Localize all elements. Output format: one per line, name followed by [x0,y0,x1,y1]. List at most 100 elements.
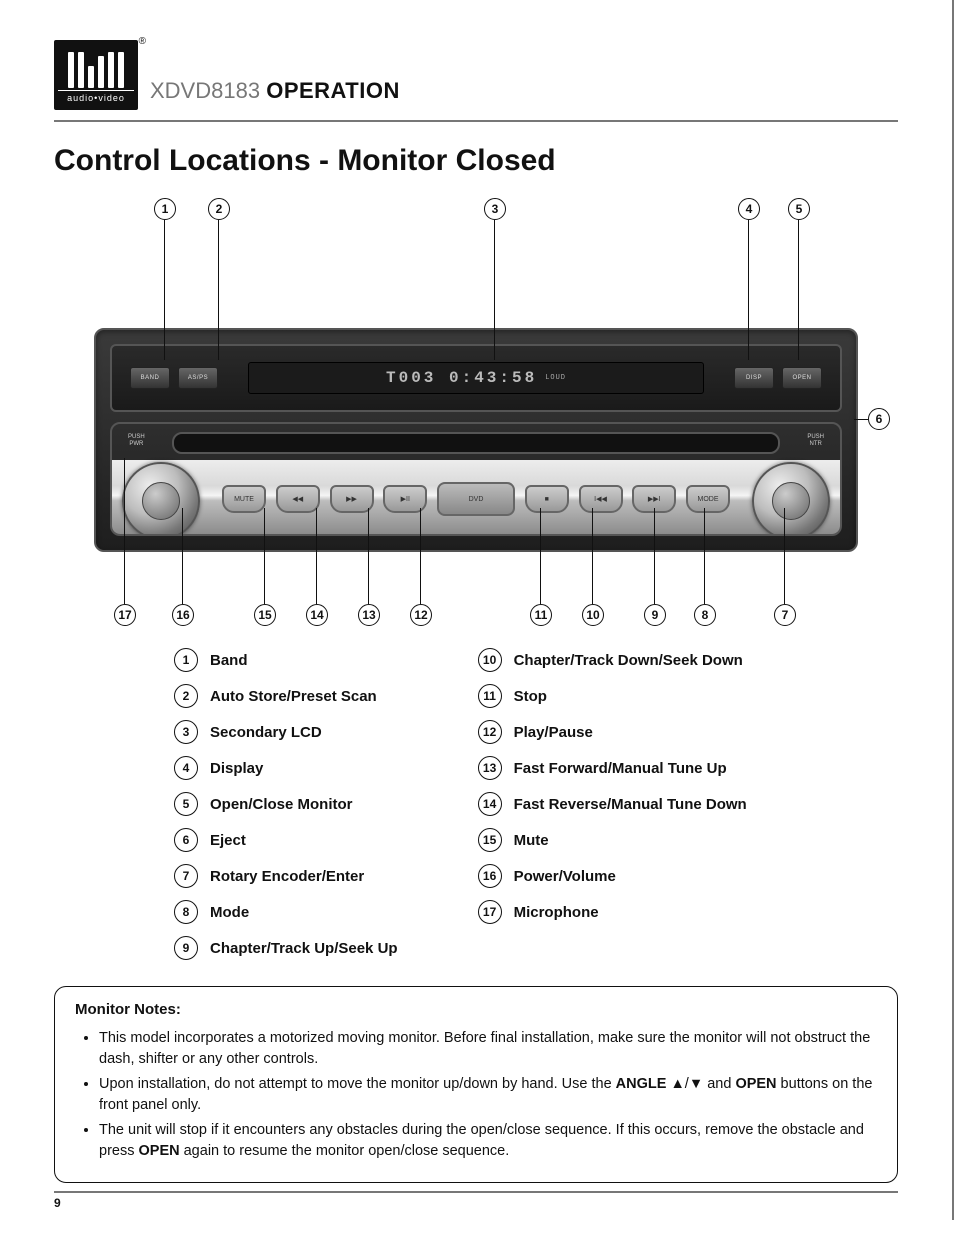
callout-11: 11 [530,604,552,626]
legend-label: Stop [514,688,547,705]
legend-item: 3 Secondary LCD [174,720,398,744]
callout-12: 12 [410,604,432,626]
legend-number: 2 [174,684,198,708]
legend-label: Display [210,760,263,777]
page-title: Control Locations - Monitor Closed [54,144,898,178]
legend-item: 5 Open/Close Monitor [174,792,398,816]
model-title: XDVD8183 OPERATION [150,78,400,104]
callout-3: 3 [484,198,506,220]
legend-number: 9 [174,936,198,960]
stop-button[interactable]: ■ [525,485,569,513]
rotary-encoder-knob[interactable] [752,462,830,536]
legend-number: 1 [174,648,198,672]
upper-panel: BAND AS/PS T003 0:43:58 LOUD DISP OPEN [110,344,842,412]
legend-number: 14 [478,792,502,816]
callout-14: 14 [306,604,328,626]
legend-item: 2 Auto Store/Preset Scan [174,684,398,708]
legend-label: Chapter/Track Up/Seek Up [210,940,398,957]
legend-item: 10 Chapter/Track Down/Seek Down [478,648,747,672]
band-button[interactable]: BAND [130,367,170,389]
legend-item: 6Eject [174,828,398,852]
legend-label: Band [210,652,248,669]
asps-button[interactable]: AS/PS [178,367,218,389]
stereo-unit: BAND AS/PS T003 0:43:58 LOUD DISP OPEN P… [94,328,858,552]
callout-6: 6 [868,408,890,430]
callout-8: 8 [694,604,716,626]
legend-item: 14 Fast Reverse/Manual Tune Down [478,792,747,816]
header-rule [54,120,898,122]
callout-10: 10 [582,604,604,626]
legend-label: Open/Close Monitor [210,796,353,813]
legend-number: 3 [174,720,198,744]
legend-label: Mute [514,832,549,849]
legend-item: 11Stop [478,684,747,708]
legend-number: 4 [174,756,198,780]
open-button[interactable]: OPEN [782,367,822,389]
legend-number: 13 [478,756,502,780]
legend-number: 5 [174,792,198,816]
legend-label: Rotary Encoder/Enter [210,868,364,885]
callout-1: 1 [154,198,176,220]
secondary-lcd: T003 0:43:58 LOUD [248,362,704,394]
callout-5: 5 [788,198,810,220]
legend-item: 13 Fast Forward/Manual Tune Up [478,756,747,780]
legend-item: 8 Mode [174,900,398,924]
fast-forward-button[interactable]: ▶▶ [330,485,374,513]
legend-number: 7 [174,864,198,888]
legend-number: 16 [478,864,502,888]
legend-item: 15 Mute [478,828,747,852]
legend-label: Power/Volume [514,868,616,885]
callout-9: 9 [644,604,666,626]
dvd-pad[interactable]: DVD [437,482,515,516]
legend-item: 9 Chapter/Track Up/Seek Up [174,936,398,960]
legend: 1 Band 2 Auto Store/Preset Scan 3 Secondary L… [54,648,898,960]
track-down-button[interactable]: I◀◀ [579,485,623,513]
mode-button[interactable]: MODE [686,485,730,513]
header: ® audio•video XDVD8183 OPERATION [54,40,898,110]
legend-number: 8 [174,900,198,924]
lcd-tag: LOUD [545,374,566,382]
mute-button[interactable]: MUTE [222,485,266,513]
notes-item: This model incorporates a motorized movi… [99,1028,877,1070]
legend-item: 17Microphone [478,900,747,924]
callout-15: 15 [254,604,276,626]
legend-item: 1 Band [174,648,398,672]
legend-label: Play/Pause [514,724,593,741]
push-ntr-label: PUSHNTR [807,434,824,447]
callout-17: 17 [114,604,136,626]
legend-label: Chapter/Track Down/Seek Down [514,652,743,669]
legend-item: 7 Rotary Encoder/Enter [174,864,398,888]
legend-label: Mode [210,904,249,921]
fast-reverse-button[interactable]: ◀◀ [276,485,320,513]
legend-item: 4 Display [174,756,398,780]
callout-2: 2 [208,198,230,220]
notes-item: Upon installation, do not attempt to mov… [99,1074,877,1116]
legend-label: Eject [210,832,246,849]
callout-4: 4 [738,198,760,220]
legend-number: 12 [478,720,502,744]
notes-item: The unit will stop if it encounters any … [99,1120,877,1162]
legend-number: 17 [478,900,502,924]
lower-panel: PUSHPWR MIC PUSHNTR MUTE ◀◀ ▶▶ ▶II DVD ■… [110,422,842,536]
callout-16: 16 [172,604,194,626]
legend-number: 10 [478,648,502,672]
model-number: XDVD8183 [150,78,260,103]
monitor-notes-box: Monitor Notes: This model incorporates a… [54,986,898,1183]
disp-button[interactable]: DISP [734,367,774,389]
legend-label: Auto Store/Preset Scan [210,688,377,705]
disc-slot[interactable] [172,432,780,454]
notes-title: Monitor Notes: [75,1001,877,1018]
notes-list: This model incorporates a motorized movi… [75,1028,877,1162]
brand-logo: ® audio•video [54,40,138,110]
legend-label: Fast Forward/Manual Tune Up [514,760,727,777]
legend-label: Secondary LCD [210,724,322,741]
legend-label: Fast Reverse/Manual Tune Down [514,796,747,813]
legend-item: 16 Power/Volume [478,864,747,888]
brand-subtext: audio•video [58,90,134,103]
section-label: OPERATION [266,78,400,103]
control-diagram: 1 2 3 4 5 6 17 16 15 14 13 12 11 10 9 8 [54,198,898,628]
legend-number: 15 [478,828,502,852]
legend-item: 12 Play/Pause [478,720,747,744]
volume-knob[interactable] [122,462,200,536]
lcd-readout: T003 0:43:58 [386,369,537,387]
